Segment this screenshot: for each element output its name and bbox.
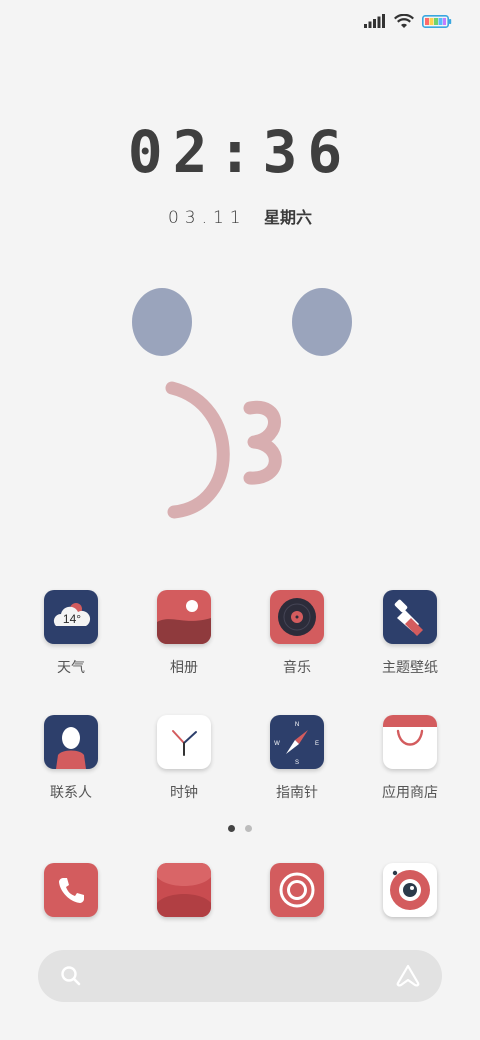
svg-text:S: S	[295, 760, 299, 766]
app-music[interactable]: 音乐	[242, 590, 352, 677]
page-dot-1[interactable]	[228, 825, 235, 832]
date-row: 03.11 星期六	[0, 204, 480, 228]
app-label-weather: 天气	[57, 660, 85, 676]
camera-icon	[279, 872, 315, 908]
app-label-store: 应用商店	[382, 785, 438, 801]
wifi-icon	[394, 13, 414, 28]
page-dot-2[interactable]	[245, 825, 252, 832]
app-label-gallery: 相册	[170, 660, 198, 676]
search-icon[interactable]	[60, 965, 82, 987]
weekday-text: 星期六	[264, 208, 313, 227]
svg-text:N: N	[295, 722, 299, 728]
svg-text:E: E	[315, 741, 319, 747]
dock-messages[interactable]	[157, 863, 211, 917]
paintbrush-icon	[383, 590, 437, 644]
shopping-bag-icon	[383, 715, 437, 769]
app-compass[interactable]: N S W E 指南针	[242, 715, 352, 802]
lock-clock: 02:36	[127, 118, 353, 186]
compass-icon: N S W E	[270, 715, 324, 769]
app-label-themes: 主题壁纸	[382, 660, 438, 676]
weather-temp-badge: 14°	[63, 612, 81, 626]
left-eye	[132, 288, 192, 356]
browser-icon	[390, 870, 430, 910]
app-weather[interactable]: 14° 天气	[16, 590, 126, 677]
contacts-icon	[44, 715, 98, 769]
app-store[interactable]: 应用商店	[355, 715, 465, 802]
messages-icon	[157, 863, 211, 917]
svg-text:W: W	[274, 741, 280, 747]
app-clock[interactable]: 时钟	[129, 715, 239, 802]
weather-icon: 14°	[44, 590, 98, 644]
app-label-contacts: 联系人	[50, 785, 92, 801]
app-themes[interactable]: 主题壁纸	[355, 590, 465, 677]
clock-icon	[157, 715, 211, 769]
assistant-icon[interactable]	[394, 963, 422, 989]
mouth-right-three	[243, 400, 282, 485]
wallpaper-face-illustration	[132, 288, 352, 519]
mouth-left-arc	[165, 381, 230, 519]
search-bar[interactable]	[38, 950, 442, 1002]
app-label-clock: 时钟	[170, 785, 198, 801]
dock-camera[interactable]	[270, 863, 324, 917]
dock-phone[interactable]	[44, 863, 98, 917]
app-contacts[interactable]: 联系人	[16, 715, 126, 802]
app-label-compass: 指南针	[276, 785, 318, 801]
cellular-signal-icon	[364, 14, 385, 28]
phone-icon	[59, 878, 84, 903]
dock-browser[interactable]	[383, 863, 437, 917]
status-bar	[364, 10, 452, 32]
app-gallery[interactable]: 相册	[129, 590, 239, 677]
date-text: 03.11	[167, 208, 247, 228]
right-eye	[292, 288, 352, 356]
music-icon	[270, 590, 324, 644]
app-label-music: 音乐	[283, 660, 311, 676]
battery-icon	[422, 14, 452, 28]
page-indicator[interactable]	[0, 825, 480, 832]
gallery-icon	[157, 590, 211, 644]
